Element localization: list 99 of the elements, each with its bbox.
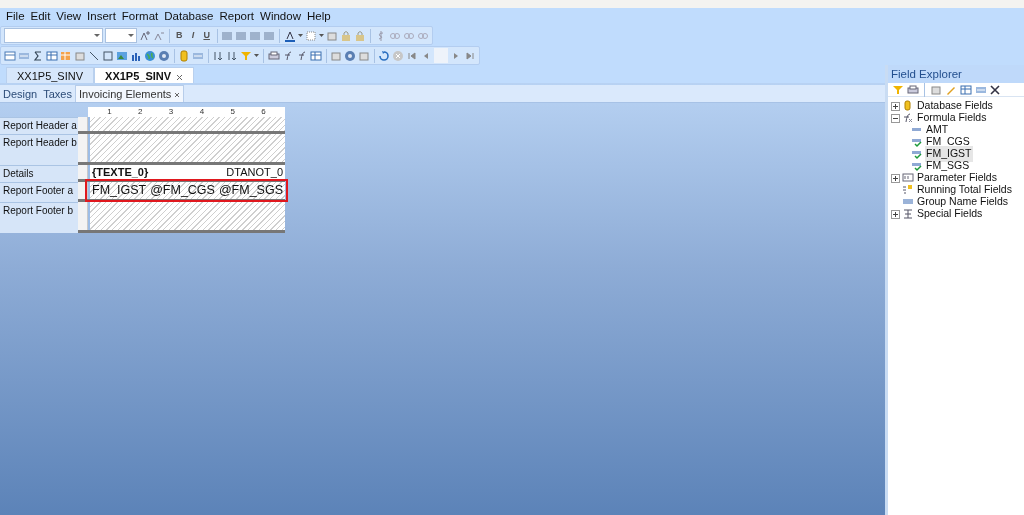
ruler-mark: 2 (138, 107, 143, 117)
image-icon[interactable] (116, 49, 128, 62)
stop-icon[interactable] (392, 49, 405, 62)
used-field-icon (911, 160, 923, 172)
view-tab[interactable]: Invoicing Elements (75, 85, 185, 102)
formula-icon (902, 112, 914, 124)
panel-title: Field Explorer (888, 65, 1024, 83)
section-label[interactable]: Report Header b (0, 134, 78, 165)
caret-icon (254, 54, 260, 57)
document-tab[interactable]: XX1P5_SINV (94, 67, 195, 83)
menu-item[interactable]: Window (257, 8, 304, 25)
format-button[interactable]: U (200, 28, 213, 43)
sort-icon[interactable] (212, 49, 225, 62)
section-area[interactable] (88, 134, 285, 162)
used-field-icon (911, 136, 923, 148)
caret-icon (319, 34, 325, 37)
format-button[interactable]: B (173, 28, 186, 43)
printer-icon[interactable] (907, 83, 919, 96)
align-icon[interactable] (263, 29, 276, 42)
globe-icon[interactable] (144, 49, 156, 62)
close-icon[interactable] (176, 73, 184, 81)
format-button[interactable]: I (187, 28, 199, 43)
expand-icon[interactable] (891, 173, 900, 183)
sum-icon[interactable] (32, 49, 44, 62)
sort-icon[interactable] (226, 49, 239, 62)
section-area[interactable]: {TEXTE_0} DTANOT_0 (88, 165, 285, 179)
special-icon (902, 208, 914, 220)
document-tab[interactable]: XX1P5_SINV (6, 67, 95, 83)
line-icon[interactable] (88, 49, 100, 62)
box-icon[interactable] (930, 83, 942, 96)
database-icon[interactable] (178, 49, 191, 62)
page-field[interactable] (434, 48, 448, 63)
ruler-mark: 1 (107, 107, 112, 117)
used-field-icon (911, 148, 923, 160)
section-area[interactable]: FM_IGST @FM_CGS @FM_SGS (88, 182, 285, 199)
menu-item[interactable]: Help (303, 8, 334, 25)
align-icon[interactable] (221, 29, 234, 42)
running-total-icon (902, 184, 914, 196)
section-label[interactable]: Report Header a (0, 117, 78, 134)
menu-item[interactable]: Format (118, 8, 162, 25)
box-icon[interactable] (329, 49, 342, 62)
font-grow-icon[interactable] (138, 29, 151, 42)
lock-icon[interactable] (354, 29, 367, 42)
menu-item[interactable]: Report (216, 8, 258, 25)
grid-icon[interactable] (46, 49, 58, 62)
align-icon[interactable] (235, 29, 248, 42)
align-icon[interactable] (249, 29, 262, 42)
filter-icon[interactable] (892, 83, 904, 96)
chart-icon[interactable] (60, 49, 72, 62)
box-icon[interactable] (326, 29, 339, 42)
size-combo[interactable] (104, 28, 137, 43)
ruler-mark: 3 (168, 107, 174, 117)
close-icon[interactable] (174, 92, 181, 99)
report-field[interactable]: @FM_SGS (218, 181, 283, 200)
view-tab[interactable]: Taxes (40, 86, 75, 102)
report-field[interactable]: FM_IGST (92, 181, 147, 200)
first-page-icon[interactable] (406, 49, 419, 62)
report-field[interactable]: DTANOT_0 (226, 163, 283, 181)
section-label[interactable]: Report Footer a (0, 182, 78, 202)
lock-icon[interactable] (340, 29, 353, 42)
menu-item[interactable]: Insert (84, 8, 119, 25)
view-tab[interactable]: Design (0, 86, 41, 102)
menu-item[interactable]: File (3, 8, 28, 25)
section-area[interactable] (88, 117, 285, 131)
printer-icon[interactable] (267, 49, 280, 62)
section-area[interactable] (88, 202, 285, 230)
settings-icon[interactable] (343, 49, 356, 62)
grid-icon[interactable] (309, 49, 322, 62)
collapse-icon[interactable] (891, 113, 900, 123)
last-page-icon[interactable] (464, 49, 476, 62)
grid-icon[interactable] (960, 83, 972, 96)
tree-item[interactable]: FM_IGST (925, 146, 973, 162)
delete-icon[interactable] (990, 84, 1000, 95)
settings-icon[interactable] (158, 49, 170, 62)
menu-item[interactable]: View (53, 8, 85, 25)
ruler-mark: 6 (261, 107, 266, 117)
menu-item[interactable]: Database (161, 8, 217, 25)
menu-item[interactable]: Edit (27, 8, 54, 25)
parameter-icon (902, 172, 914, 184)
report-field[interactable]: {TEXTE_0} (92, 163, 149, 181)
font-shrink-icon[interactable] (152, 29, 165, 42)
border-icon[interactable] (305, 29, 318, 42)
caret-icon (127, 34, 134, 38)
section-label[interactable]: Report Footer b (0, 202, 78, 233)
section-label[interactable]: Details (0, 165, 78, 182)
expand-icon[interactable] (891, 101, 900, 111)
table-icon[interactable] (4, 49, 16, 62)
caret-icon (93, 34, 100, 38)
database-icon (902, 100, 914, 112)
caret-icon (298, 34, 304, 37)
ruler-mark: 4 (199, 107, 205, 117)
refresh-icon[interactable] (378, 49, 391, 62)
ruler-mark: 5 (230, 107, 235, 117)
font-color-icon[interactable] (284, 29, 297, 42)
box-icon[interactable] (357, 49, 370, 62)
rectangle-icon[interactable] (102, 49, 114, 62)
report-field[interactable]: @FM_CGS (150, 181, 215, 200)
expand-icon[interactable] (891, 209, 900, 219)
font-combo[interactable] (4, 28, 103, 43)
